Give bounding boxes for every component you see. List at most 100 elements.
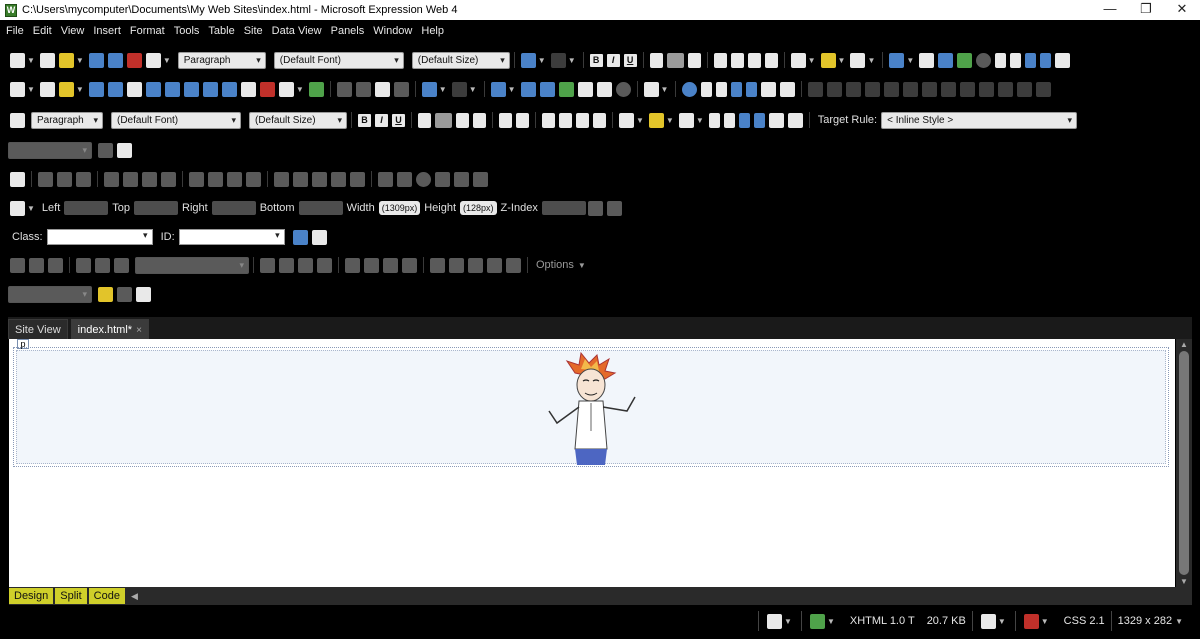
highlight-icon[interactable] [820, 52, 836, 68]
chevron-down-icon[interactable]: ▼ [636, 116, 644, 125]
menu-view[interactable]: View [58, 20, 91, 42]
code-snippet-icon[interactable] [402, 257, 417, 273]
font-select[interactable]: (Default Font) [111, 111, 241, 129]
bold-button[interactable]: B [358, 113, 371, 127]
page-icon[interactable] [768, 112, 784, 128]
decrease-indent-icon[interactable] [576, 112, 589, 128]
table-tool-icon[interactable] [998, 81, 1014, 97]
menu-table[interactable]: Table [205, 20, 240, 42]
chevron-down-icon[interactable]: ▼ [661, 85, 669, 94]
decrease-indent-icon[interactable] [747, 52, 761, 68]
previous-bookmark-icon[interactable] [298, 257, 313, 273]
undo-icon[interactable] [421, 81, 437, 97]
crop-icon[interactable] [274, 171, 289, 187]
open-folder-icon[interactable] [98, 286, 113, 302]
split-view-button[interactable]: Split [55, 588, 87, 604]
chevron-down-icon[interactable]: ▼ [808, 56, 816, 65]
publish-page-icon[interactable] [164, 81, 180, 97]
sharepoint-icon[interactable] [259, 81, 275, 97]
code-view-button[interactable]: Code [88, 588, 125, 604]
bulleted-list-icon[interactable] [730, 52, 744, 68]
vertical-scrollbar[interactable]: ▲ ▼ [1176, 339, 1192, 587]
scroll-up-icon[interactable]: ▲ [1180, 340, 1188, 349]
tag-icon[interactable] [430, 257, 445, 273]
table-tool-icon[interactable] [1036, 81, 1052, 97]
highlight-hotspots-icon[interactable] [454, 171, 469, 187]
new-style-icon[interactable] [98, 142, 113, 158]
table-tool-icon[interactable] [865, 81, 881, 97]
align-left-icon[interactable] [418, 112, 431, 128]
align-center-icon[interactable] [435, 112, 452, 128]
new-page-icon[interactable] [10, 52, 25, 68]
thumbnail-icon[interactable] [38, 171, 53, 187]
chevron-down-icon[interactable]: ▼ [696, 116, 704, 125]
menu-insert[interactable]: Insert [90, 20, 127, 42]
italic-button[interactable]: I [606, 53, 620, 67]
attach-icon[interactable] [136, 286, 151, 302]
arrow-right-icon[interactable] [1025, 52, 1037, 68]
flip-horizontal-icon[interactable] [142, 171, 157, 187]
paragraph-rtl-icon[interactable] [1010, 52, 1022, 68]
rectangle-hotspot-icon[interactable] [397, 171, 412, 187]
borders-icon[interactable] [619, 112, 634, 128]
clear-bookmarks-icon[interactable] [317, 257, 332, 273]
table-tool-icon[interactable] [903, 81, 919, 97]
insert-picture-icon[interactable] [10, 171, 25, 187]
attach-style-icon[interactable] [117, 142, 132, 158]
style-application-icon[interactable] [10, 112, 25, 128]
redo-icon[interactable] [550, 52, 566, 68]
insert-picture-icon[interactable] [539, 81, 555, 97]
tab-site-view[interactable]: Site View [8, 319, 68, 339]
flip-vertical-icon[interactable] [161, 171, 176, 187]
table-tool-icon[interactable] [808, 81, 824, 97]
arrow-left-icon[interactable] [746, 81, 758, 97]
line-style-icon[interactable] [293, 171, 308, 187]
scroll-down-icon[interactable]: ▼ [1180, 577, 1188, 586]
scrollbar-thumb[interactable] [1179, 351, 1189, 575]
chevron-down-icon[interactable]: ▼ [568, 56, 576, 65]
circle-hotspot-icon[interactable] [416, 171, 431, 187]
chevron-down-icon[interactable]: ▼ [27, 56, 35, 65]
show-formatting-icon[interactable] [643, 81, 659, 97]
circle-icon[interactable] [615, 81, 631, 97]
page-icon[interactable] [761, 81, 777, 97]
insert-picture-icon[interactable] [938, 52, 954, 68]
bring-forward-icon[interactable] [587, 200, 603, 216]
paragraph-rtl-icon[interactable] [723, 112, 735, 128]
arrow-left-icon[interactable] [1040, 52, 1052, 68]
size-select[interactable]: (Default Size) [411, 51, 510, 69]
open-folder-icon[interactable] [58, 81, 74, 97]
bold-button[interactable]: B [589, 53, 603, 67]
increase-indent-icon[interactable] [593, 112, 606, 128]
restore-icon[interactable] [473, 171, 488, 187]
borders-icon[interactable] [790, 52, 806, 68]
copy-icon[interactable] [355, 81, 371, 97]
chevron-down-icon[interactable]: ▼ [163, 56, 171, 65]
send-backward-icon[interactable] [606, 200, 622, 216]
chevron-down-icon[interactable]: ▼ [76, 85, 84, 94]
paragraph-ltr-icon[interactable] [995, 52, 1007, 68]
visual-aids-status[interactable]: ▼ [765, 613, 795, 629]
toggle-bookmark-icon[interactable] [260, 257, 275, 273]
design-view-button[interactable]: Design [9, 588, 54, 604]
page-size-status[interactable]: 1329 x 282 ▼ [1118, 615, 1186, 627]
rotate-left-icon[interactable] [104, 171, 119, 187]
table-tool-icon[interactable] [941, 81, 957, 97]
open-icon[interactable] [39, 52, 55, 68]
find-icon[interactable] [126, 81, 142, 97]
list-members-icon[interactable] [10, 257, 25, 273]
paragraph-rtl-icon[interactable] [716, 81, 728, 97]
parameter-info-icon[interactable] [29, 257, 44, 273]
class-select[interactable] [46, 229, 153, 245]
justify-icon[interactable] [473, 112, 486, 128]
save-icon[interactable] [88, 81, 104, 97]
undo-icon[interactable] [520, 52, 536, 68]
redo-icon[interactable] [451, 81, 467, 97]
less-brightness-icon[interactable] [246, 171, 261, 187]
size-select[interactable]: (Default Size) [249, 111, 347, 129]
font-shrink-icon[interactable] [516, 112, 529, 128]
tab-index-html[interactable]: index.html* × [70, 319, 149, 339]
menu-help[interactable]: Help [418, 20, 450, 42]
print-icon[interactable] [240, 81, 256, 97]
design-view[interactable]: p [9, 339, 1175, 587]
